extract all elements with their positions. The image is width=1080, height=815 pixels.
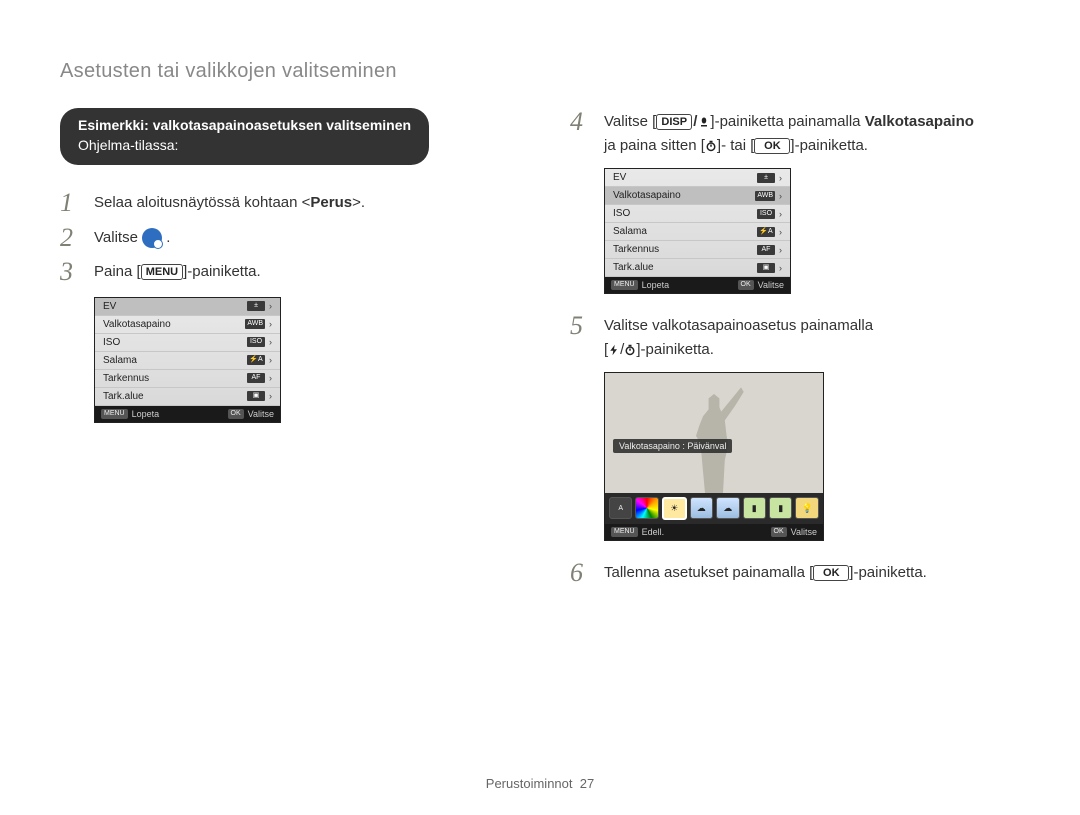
- menu-panel: EV±› ValkotasapainoAWB› ISOISO› Salama⚡A…: [605, 169, 790, 277]
- page-footer: Perustoiminnot 27: [0, 776, 1080, 791]
- ok-mini-button: OK: [738, 280, 754, 290]
- menu-mini-button: MENU: [611, 280, 638, 290]
- timer-icon: [705, 140, 717, 152]
- wb-preview-area: Valkotasapaino : Päivänval: [605, 373, 823, 493]
- menu-row-focus: TarkennusAF›: [95, 370, 280, 388]
- step-number: 4: [570, 108, 594, 158]
- step-1: 1 Selaa aloitusnäytössä kohtaan <Perus>.: [60, 189, 510, 218]
- step-number: 5: [570, 312, 594, 362]
- af-icon: AF: [757, 245, 775, 255]
- screen-footer-bar: MENUEdell. OKValitse: [605, 524, 823, 540]
- step-3: 3 Paina [MENU]-painiketta.: [60, 258, 510, 287]
- area-icon: ▣: [247, 391, 265, 401]
- content-columns: Esimerkki: valkotasapainoasetuksen valit…: [60, 108, 1020, 594]
- menu-row-ev: EV±›: [605, 169, 790, 187]
- step-6: 6 Tallenna asetukset painamalla [OK]-pai…: [570, 559, 1020, 588]
- ok-button-icon: OK: [754, 138, 790, 154]
- left-column: Esimerkki: valkotasapainoasetuksen valit…: [60, 108, 510, 594]
- timer-icon: [624, 344, 636, 356]
- right-column: 4 Valitse [DISP/]-painiketta painamalla …: [570, 108, 1020, 594]
- page-title: Asetusten tai valikkojen valitseminen: [60, 60, 1020, 83]
- awb-icon: AWB: [755, 191, 775, 201]
- wb-chip-auto: A: [609, 497, 632, 519]
- wb-chip-fluorescent2: ▮: [769, 497, 792, 519]
- menu-button-icon: MENU: [141, 264, 183, 280]
- step-number: 3: [60, 258, 84, 287]
- menu-row-focusarea: Tark.alue▣›: [605, 259, 790, 277]
- iso-icon: ISO: [757, 209, 775, 219]
- step-body: Valitse valkotasapainoasetus painamalla …: [604, 312, 1020, 362]
- disp-macro-glyph: DISP/: [656, 110, 710, 134]
- person-silhouette: [669, 383, 759, 493]
- menu-row-wb: ValkotasapainoAWB›: [605, 187, 790, 205]
- wb-chip-custom-rgb: [635, 497, 658, 519]
- menu-mini-button: MENU: [101, 409, 128, 419]
- wb-chip-shade: ☁: [716, 497, 739, 519]
- menu-row-iso: ISOISO›: [95, 334, 280, 352]
- camera-screen-menu-a: EV±› ValkotasapainoAWB› ISOISO› Salama⚡A…: [94, 297, 281, 423]
- step-number: 6: [570, 559, 594, 588]
- menu-panel: EV±› ValkotasapainoAWB› ISOISO› Salama⚡A…: [95, 298, 280, 406]
- menu-row-iso: ISOISO›: [605, 205, 790, 223]
- menu-row-ev: EV±›: [95, 298, 280, 316]
- example-callout: Esimerkki: valkotasapainoasetuksen valit…: [60, 108, 429, 165]
- wb-current-label: Valkotasapaino : Päivänval: [613, 439, 732, 453]
- step-number: 1: [60, 189, 84, 218]
- step-body: Selaa aloitusnäytössä kohtaan <Perus>.: [94, 189, 510, 218]
- callout-line1: Esimerkki: valkotasapainoasetuksen valit…: [78, 116, 411, 136]
- menu-row-focus: TarkennusAF›: [605, 241, 790, 259]
- wb-chip-daylight: ☀: [662, 497, 687, 520]
- menu-mini-button: MENU: [611, 527, 638, 537]
- step-number: 2: [60, 224, 84, 253]
- iso-icon: ISO: [247, 337, 265, 347]
- screen-footer-bar: MENULopeta OKValitse: [95, 406, 280, 422]
- ok-mini-button: OK: [771, 527, 787, 537]
- mode-dial-icon: [142, 228, 162, 248]
- awb-icon: AWB: [245, 319, 265, 329]
- macro-icon: [698, 116, 710, 128]
- wb-chip-cloudy: ☁: [690, 497, 713, 519]
- ev-icon: ±: [247, 301, 265, 311]
- menu-row-wb: ValkotasapainoAWB›: [95, 316, 280, 334]
- camera-screen-wb: Valkotasapaino : Päivänval A ☀ ☁ ☁ ▮ ▮ 💡…: [604, 372, 824, 541]
- screen-footer-bar: MENULopeta OKValitse: [605, 277, 790, 293]
- area-icon: ▣: [757, 263, 775, 273]
- step-body: Paina [MENU]-painiketta.: [94, 258, 510, 287]
- menu-row-flash: Salama⚡A›: [95, 352, 280, 370]
- menu-row-focusarea: Tark.alue▣›: [95, 388, 280, 406]
- af-icon: AF: [247, 373, 265, 383]
- flash-icon: ⚡A: [247, 355, 265, 365]
- step-body: Tallenna asetukset painamalla [OK]-paini…: [604, 559, 1020, 588]
- step-4: 4 Valitse [DISP/]-painiketta painamalla …: [570, 108, 1020, 158]
- camera-screen-menu-b: EV±› ValkotasapainoAWB› ISOISO› Salama⚡A…: [604, 168, 791, 294]
- step-2: 2 Valitse .: [60, 224, 510, 253]
- callout-line2: Ohjelma-tilassa:: [78, 136, 411, 156]
- flash-icon: ⚡A: [757, 227, 775, 237]
- ev-icon: ±: [757, 173, 775, 183]
- menu-row-flash: Salama⚡A›: [605, 223, 790, 241]
- ok-button-icon: OK: [813, 565, 849, 581]
- step-body: Valitse [DISP/]-painiketta painamalla Va…: [604, 108, 1020, 158]
- step-body: Valitse .: [94, 224, 510, 253]
- wb-option-strip: A ☀ ☁ ☁ ▮ ▮ 💡: [605, 493, 823, 524]
- disp-icon: DISP: [656, 114, 692, 130]
- flash-icon: [608, 344, 620, 356]
- step-5: 5 Valitse valkotasapainoasetus painamall…: [570, 312, 1020, 362]
- ok-mini-button: OK: [228, 409, 244, 419]
- wb-chip-tungsten: 💡: [795, 497, 818, 519]
- wb-chip-fluorescent: ▮: [743, 497, 766, 519]
